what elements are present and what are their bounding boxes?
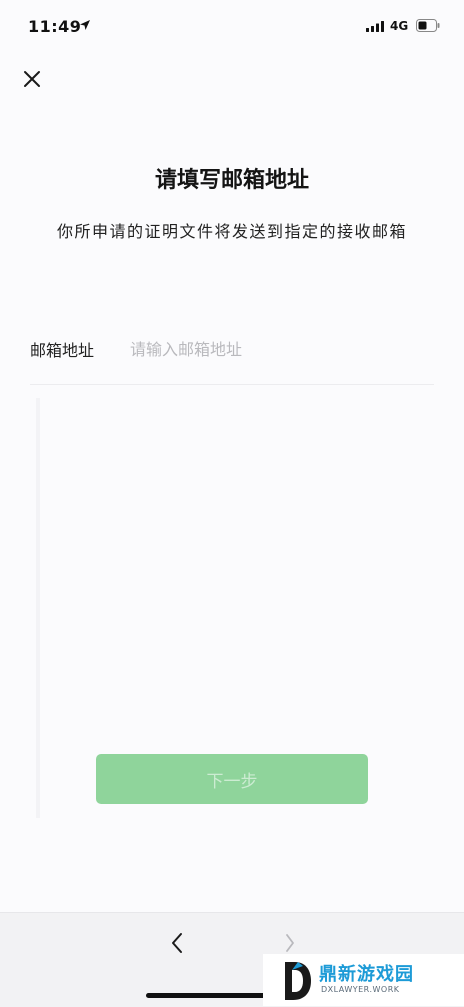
watermark-title: 鼎新游戏园: [319, 964, 414, 985]
status-bar: 11:49 4G: [0, 0, 464, 52]
location-arrow-icon: [80, 20, 90, 30]
page-subtitle: 你所申请的证明文件将发送到指定的接收邮箱: [56, 222, 407, 241]
email-label: 邮箱地址: [30, 341, 95, 360]
next-button[interactable]: 下一步: [96, 754, 368, 804]
panel-divider: [36, 398, 40, 818]
home-indicator: [146, 993, 280, 998]
watermark-subtitle: DXLAWYER.WORK: [321, 985, 400, 994]
watermark-logo-icon: [285, 962, 311, 1000]
close-icon[interactable]: [19, 66, 45, 92]
watermark: 鼎新游戏园 DXLAWYER.WORK: [263, 954, 464, 1006]
page-title: 请填写邮箱地址: [154, 168, 309, 193]
battery-icon: [416, 19, 440, 32]
chevron-left-icon[interactable]: [168, 931, 186, 955]
email-input[interactable]: [130, 330, 420, 368]
status-time: 11:49: [28, 17, 82, 36]
chevron-right-icon[interactable]: [284, 933, 296, 953]
network-type: 4G: [390, 19, 409, 33]
signal-icon: [366, 21, 384, 32]
email-form-row: 邮箱地址: [30, 330, 434, 385]
